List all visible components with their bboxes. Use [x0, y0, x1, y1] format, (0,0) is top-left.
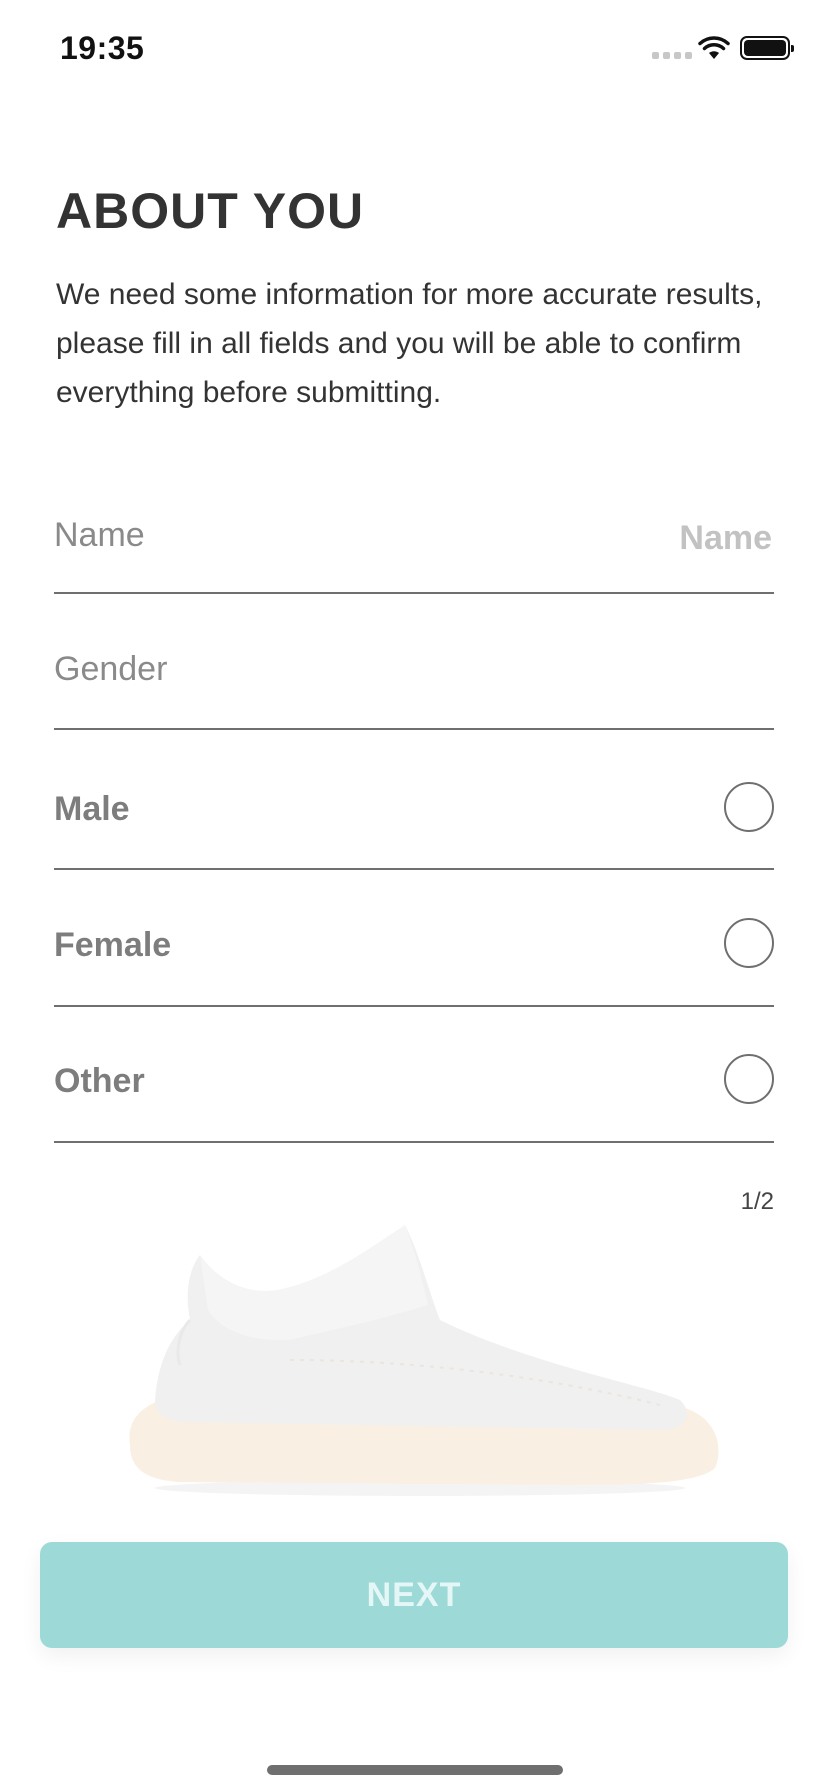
gender-option-label: Other	[54, 1062, 145, 1100]
status-time: 19:35	[60, 30, 145, 66]
page-title: ABOUT YOU	[56, 183, 365, 239]
gender-option-female[interactable]: Female	[54, 896, 774, 1007]
name-field-label: Name	[54, 516, 145, 554]
gender-option-male[interactable]: Male	[54, 760, 774, 870]
name-field-row[interactable]: Name	[54, 490, 774, 594]
page-description: We need some information for more accura…	[56, 278, 763, 409]
radio-button[interactable]	[724, 782, 774, 832]
next-button[interactable]: NEXT	[40, 1542, 788, 1648]
gender-field-row: Gender	[54, 624, 774, 730]
gender-option-label: Male	[54, 790, 130, 828]
shoe-image	[129, 1225, 719, 1496]
radio-button[interactable]	[724, 1054, 774, 1104]
page-indicator: 1/2	[740, 1188, 774, 1215]
radio-button[interactable]	[724, 918, 774, 968]
gender-option-other[interactable]: Other	[54, 1032, 774, 1143]
status-bar: 19:35	[0, 0, 828, 100]
gender-option-label: Female	[54, 926, 172, 964]
name-input[interactable]	[450, 512, 774, 564]
home-indicator	[267, 1765, 563, 1775]
gender-field-label: Gender	[54, 650, 168, 688]
battery-icon	[740, 36, 794, 60]
cellular-signal-icon	[652, 52, 692, 59]
wifi-icon	[698, 36, 730, 59]
